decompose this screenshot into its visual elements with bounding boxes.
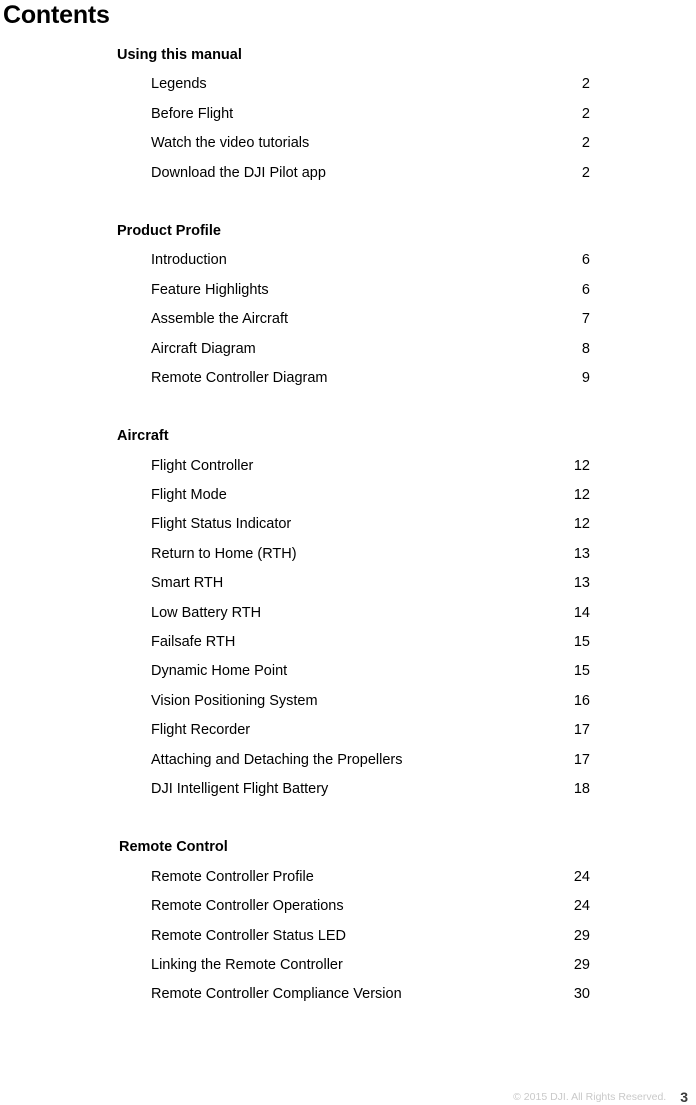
toc-entry-label: Introduction — [151, 252, 227, 269]
toc-entry-page-number: 14 — [573, 604, 590, 621]
toc-entry-label: Assemble the Aircraft — [151, 311, 288, 328]
toc-entry[interactable]: Remote Controller Status LED 29 — [0, 922, 696, 951]
toc-entry[interactable]: Dynamic Home Point 15 — [0, 657, 696, 686]
toc-section: Using this manual Legends 2 Before Flight 2 W… — [0, 41, 696, 188]
toc-entry-label: Remote Controller Profile — [151, 868, 314, 885]
toc-entry-page-number: 29 — [573, 956, 590, 973]
toc-entry[interactable]: Flight Status Indicator 12 — [0, 510, 696, 539]
toc-entry[interactable]: Remote Controller Profile 24 — [0, 863, 696, 892]
toc-entry[interactable]: Smart RTH 13 — [0, 569, 696, 598]
toc-entry[interactable]: Vision Positioning System 16 — [0, 687, 696, 716]
page-footer: © 2015 DJI. All Rights Reserved. 3 — [0, 1078, 696, 1105]
toc-entry[interactable]: Watch the video tutorials 2 — [0, 129, 696, 158]
toc-entry-page-number: 16 — [573, 692, 590, 709]
toc-entry[interactable]: Aircraft Diagram 8 — [0, 335, 696, 364]
toc-entry-label: Remote Controller Compliance Version — [151, 986, 402, 1003]
toc-entry[interactable]: Attaching and Detaching the Propellers 17 — [0, 746, 696, 775]
toc-entry-label: Before Flight — [151, 105, 234, 122]
toc-entry[interactable]: Introduction 6 — [0, 246, 696, 275]
toc-entry-page-number: 15 — [573, 634, 590, 651]
toc-entry[interactable]: Low Battery RTH 14 — [0, 599, 696, 628]
toc-entry[interactable]: DJI Intelligent Flight Battery 18 — [0, 775, 696, 804]
toc-entry[interactable]: Flight Controller 12 — [0, 452, 696, 481]
toc-entry-list: Flight Controller 12 Flight Mode 12 Flight S… — [0, 452, 696, 805]
toc-entry-label: Feature Highlights — [151, 281, 269, 298]
toc-entry-label: Remote Controller Diagram — [151, 369, 328, 386]
page-title: Contents — [3, 1, 110, 29]
toc-entry[interactable]: Legends 2 — [0, 70, 696, 99]
toc-entry[interactable]: Failsafe RTH 15 — [0, 628, 696, 657]
toc-entry-list: Legends 2 Before Flight 2 Watch the video tu… — [0, 70, 696, 188]
toc-entry-label: Attaching and Detaching the Propellers — [151, 751, 403, 768]
toc-entry[interactable]: Before Flight 2 — [0, 100, 696, 129]
toc-entry-page-number: 24 — [573, 898, 590, 915]
toc-entry-page-number: 6 — [581, 281, 590, 298]
toc-entry-label: Download the DJI Pilot app — [151, 164, 326, 181]
toc-entry-label: Watch the video tutorials — [151, 135, 310, 152]
toc-entry[interactable]: Return to Home (RTH) 13 — [0, 540, 696, 569]
toc-section-heading: Remote Control — [119, 839, 228, 856]
toc-entry-page-number: 8 — [581, 340, 590, 357]
toc-entry-label: Flight Status Indicator — [151, 516, 292, 533]
toc-entry[interactable]: Remote Controller Diagram 9 — [0, 364, 696, 393]
toc-section: Remote Control Remote Controller Profile 2… — [0, 833, 696, 1009]
toc-entry-label: Failsafe RTH — [151, 634, 236, 651]
toc-entry-label: Dynamic Home Point — [151, 663, 288, 680]
toc-section-heading: Using this manual — [117, 47, 242, 63]
toc-entry-page-number: 24 — [573, 868, 590, 885]
toc-entry-label: Remote Controller Operations — [151, 898, 344, 915]
toc-entry-label: Vision Positioning System — [151, 692, 318, 709]
footer-page-number: 3 — [680, 1089, 688, 1105]
toc-entry-page-number: 12 — [573, 457, 590, 474]
toc-section: Product Profile Introduction 6 Feature High… — [0, 217, 696, 393]
toc-entry-page-number: 15 — [573, 663, 590, 680]
toc-entry-page-number: 2 — [581, 135, 590, 152]
toc-entry-page-number: 7 — [581, 311, 590, 328]
toc-entry[interactable]: Feature Highlights 6 — [0, 276, 696, 305]
toc-entry-page-number: 9 — [581, 369, 590, 386]
toc-entry-page-number: 30 — [573, 986, 590, 1003]
toc-section: Aircraft Flight Controller 12 Flight Mode 12… — [0, 422, 696, 804]
toc-entry-page-number: 29 — [573, 927, 590, 944]
toc-entry-label: Flight Recorder — [151, 722, 251, 739]
toc-entry-label: Flight Mode — [151, 487, 227, 504]
toc-entry-page-number: 2 — [581, 76, 590, 93]
toc-entry-label: Return to Home (RTH) — [151, 545, 297, 562]
toc-entry-label: Aircraft Diagram — [151, 340, 256, 357]
toc-entry-page-number: 2 — [581, 164, 590, 181]
toc-section-heading: Aircraft — [117, 428, 169, 445]
toc-entry[interactable]: Flight Mode 12 — [0, 481, 696, 510]
toc-entry-page-number: 18 — [573, 780, 590, 797]
toc-entry-label: Flight Controller — [151, 457, 254, 474]
toc-entry-label: Low Battery RTH — [151, 604, 262, 621]
toc-section-heading: Product Profile — [117, 222, 221, 239]
table-of-contents: Using this manual Legends 2 Before Flight 2 W… — [0, 41, 696, 1010]
toc-entry-page-number: 6 — [581, 252, 590, 269]
toc-entry-page-number: 13 — [573, 545, 590, 562]
toc-entry[interactable]: Linking the Remote Controller 29 — [0, 951, 696, 980]
toc-entry-list: Remote Controller Profile 24 Remote Contro… — [0, 863, 696, 1010]
toc-entry[interactable]: Flight Recorder 17 — [0, 716, 696, 745]
toc-entry-label: Linking the Remote Controller — [151, 956, 343, 973]
toc-entry-label: Legends — [151, 76, 207, 93]
toc-entry-label: Remote Controller Status LED — [151, 927, 347, 944]
toc-entry-page-number: 12 — [573, 487, 590, 504]
toc-entry[interactable]: Download the DJI Pilot app 2 — [0, 159, 696, 188]
toc-entry-label: Smart RTH — [151, 575, 224, 592]
toc-entry[interactable]: Remote Controller Compliance Version 30 — [0, 980, 696, 1009]
toc-entry-label: DJI Intelligent Flight Battery — [151, 780, 329, 797]
toc-entry-page-number: 12 — [573, 516, 590, 533]
toc-entry[interactable]: Assemble the Aircraft 7 — [0, 305, 696, 334]
toc-entry-page-number: 2 — [581, 105, 590, 122]
toc-entry-page-number: 13 — [573, 575, 590, 592]
footer-copyright: © 2015 DJI. All Rights Reserved. — [513, 1091, 667, 1103]
toc-entry[interactable]: Remote Controller Operations 24 — [0, 892, 696, 921]
toc-entry-page-number: 17 — [573, 751, 590, 768]
toc-entry-page-number: 17 — [573, 722, 590, 739]
toc-entry-list: Introduction 6 Feature Highlights 6 Assemble… — [0, 246, 696, 393]
